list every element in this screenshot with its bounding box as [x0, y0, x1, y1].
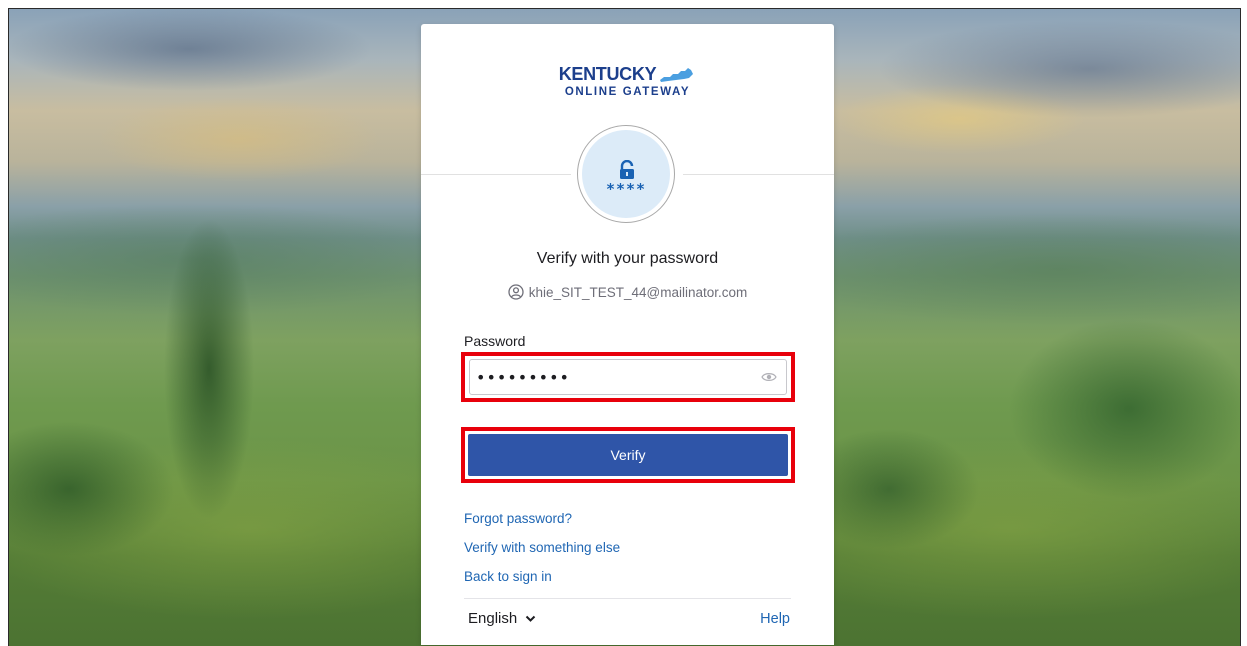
verify-button[interactable]: Verify	[468, 434, 788, 476]
password-input[interactable]	[469, 359, 787, 395]
verify-with-something-else-link[interactable]: Verify with something else	[464, 540, 620, 555]
footer-divider	[464, 598, 791, 599]
verify-highlight: Verify	[461, 427, 795, 483]
user-email: khie_SIT_TEST_44@mailinator.com	[528, 284, 748, 300]
password-stars: ****	[605, 180, 647, 198]
brand-logo: KENTUCKY ONLINE GATEWAY	[421, 64, 834, 98]
show-password-icon[interactable]	[761, 370, 777, 384]
back-to-sign-in-link[interactable]: Back to sign in	[464, 569, 552, 584]
user-identifier: khie_SIT_TEST_44@mailinator.com	[421, 284, 834, 300]
language-label: English	[468, 610, 518, 627]
kentucky-state-icon	[660, 67, 694, 82]
password-highlight	[461, 352, 795, 402]
badge-divider-right	[683, 174, 834, 175]
language-select[interactable]: English	[468, 610, 536, 627]
forgot-password-link[interactable]: Forgot password?	[464, 511, 572, 526]
badge-divider-left	[421, 174, 571, 175]
padlock-icon	[620, 160, 634, 179]
page-title: Verify with your password	[536, 250, 719, 267]
help-link[interactable]: Help	[760, 611, 790, 627]
password-factor-badge: ****	[577, 125, 675, 223]
chevron-down-icon	[525, 615, 536, 622]
brand-name: KENTUCKY	[558, 64, 657, 84]
login-card: KENTUCKY ONLINE GATEWAY **** Verify with…	[421, 24, 834, 645]
brand-subtitle: ONLINE GATEWAY	[564, 86, 691, 98]
user-circle-icon	[508, 284, 524, 300]
password-label: Password	[464, 333, 526, 349]
